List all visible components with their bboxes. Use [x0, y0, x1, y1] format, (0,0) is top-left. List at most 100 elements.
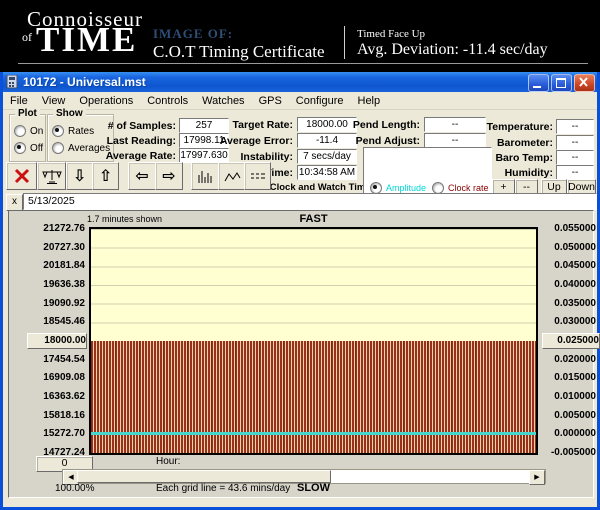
- left-axis-tick: 17454.54: [29, 353, 85, 366]
- date-clear-button[interactable]: x: [6, 194, 23, 211]
- maximize-button[interactable]: [551, 74, 572, 92]
- right-axis-tick: 0.030000: [542, 315, 596, 328]
- avg-deviation-label: Avg. Deviation: -11.4 sec/day: [357, 41, 548, 59]
- target-rate-axis-button[interactable]: 18000.00: [27, 333, 87, 349]
- left-axis-tick: 19090.92: [29, 297, 85, 310]
- scroll-up-button[interactable]: ⇧: [92, 162, 119, 190]
- current-time-value[interactable]: 10:34:58 AM: [297, 165, 357, 180]
- screenshot-root: Connoisseur of TIME IMAGE OF: C.O.T Timi…: [0, 0, 600, 510]
- menu-configure[interactable]: Configure: [289, 95, 351, 107]
- right-axis-tick: 0.040000: [542, 278, 596, 291]
- plot-on-label: On: [30, 126, 43, 137]
- left-axis-tick: 15272.70: [29, 427, 85, 440]
- chart-panel: 1.7 minutes shown FAST 21272.76 20727.30…: [8, 210, 594, 498]
- up-arrow-icon: ⇧: [99, 168, 112, 184]
- left-axis-tick: 16909.08: [29, 371, 85, 384]
- right-axis-tick: 0.045000: [542, 259, 596, 272]
- target-rate-label: Target Rate:: [215, 119, 293, 131]
- left-axis-tick: 16363.62: [29, 390, 85, 403]
- right-axis-tick: -0.005000: [542, 446, 596, 459]
- line-chart-icon: [223, 169, 241, 184]
- scroll-down-button[interactable]: ⇩: [66, 162, 93, 190]
- line-plot-button[interactable]: [218, 162, 245, 190]
- amplitude-line: [91, 432, 536, 435]
- left-axis-tick: 20181.84: [29, 259, 85, 272]
- left-axis-tick: 19636.38: [29, 278, 85, 291]
- slow-label: SLOW: [89, 482, 538, 494]
- dashed-plot-button[interactable]: [244, 162, 271, 190]
- radio-icon: [52, 125, 64, 137]
- left-axis-tick: 15818.16: [29, 409, 85, 422]
- menu-gps[interactable]: GPS: [252, 95, 289, 107]
- right-axis-tick: 0.050000: [542, 241, 596, 254]
- signal-panel: Amplitude Clock rate: [363, 147, 492, 199]
- minimize-button[interactable]: [528, 74, 549, 92]
- banner-divider: [344, 26, 345, 59]
- menu-bar: File View Operations Controls Watches GP…: [3, 92, 597, 110]
- barometer-label: Barometer:: [481, 137, 553, 149]
- plot-off-radio[interactable]: Off: [14, 142, 43, 154]
- right-axis-tick: 0.010000: [542, 390, 596, 403]
- red-x-icon: [13, 168, 31, 184]
- balance-scale-icon: [42, 168, 62, 185]
- dashed-lines-icon: [249, 169, 267, 184]
- title-bar[interactable]: 10172 - Universal.mst: [3, 72, 597, 92]
- barometer-value[interactable]: --: [556, 135, 594, 150]
- last-reading-label: Last Reading:: [98, 135, 176, 147]
- scroll-right-button[interactable]: ⇨: [155, 162, 183, 190]
- baro-temp-label: Baro Temp:: [481, 152, 553, 164]
- date-input[interactable]: 5/13/2025: [23, 193, 597, 210]
- right-axis-tick: 0.005000: [542, 409, 596, 422]
- average-error-label: Average Error:: [215, 135, 293, 147]
- plot-on-radio[interactable]: On: [14, 125, 43, 137]
- timed-face-up-label: Timed Face Up: [357, 28, 425, 40]
- right-axis-tick: 0.000000: [542, 427, 596, 440]
- balance-scale-button[interactable]: [37, 162, 66, 190]
- plot-off-label: Off: [30, 143, 43, 154]
- app-icon: [6, 75, 19, 89]
- right-axis-tick: 0.035000: [542, 297, 596, 310]
- close-button[interactable]: [574, 74, 595, 92]
- logo-time: TIME: [36, 20, 137, 60]
- pend-adjust-value[interactable]: --: [424, 133, 486, 148]
- menu-help[interactable]: Help: [351, 95, 388, 107]
- show-rates-label: Rates: [68, 126, 94, 137]
- left-axis-tick: 20727.30: [29, 241, 85, 254]
- average-rate-label: Average Rate:: [98, 150, 176, 162]
- radio-icon: [14, 142, 26, 154]
- bar-plot-button[interactable]: [191, 162, 219, 190]
- show-rates-radio[interactable]: Rates: [52, 125, 94, 137]
- radio-icon: [14, 125, 26, 137]
- window-title: 10172 - Universal.mst: [23, 75, 146, 89]
- humidity-value[interactable]: --: [556, 165, 594, 180]
- menu-controls[interactable]: Controls: [140, 95, 195, 107]
- amplitude-axis-button[interactable]: 0.025000: [542, 333, 600, 349]
- instability-value[interactable]: 7 secs/day: [297, 149, 357, 164]
- menu-file[interactable]: File: [3, 95, 35, 107]
- scroll-left-button[interactable]: ⇦: [128, 162, 156, 190]
- rate-tick-band: [91, 341, 536, 453]
- amplitude-label: Amplitude: [386, 183, 426, 193]
- delete-button[interactable]: [6, 162, 37, 190]
- pend-adjust-label: Pend Adjust:: [343, 135, 420, 147]
- temperature-value[interactable]: --: [556, 119, 594, 134]
- menu-operations[interactable]: Operations: [72, 95, 140, 107]
- clock-rate-label: Clock rate: [448, 183, 489, 193]
- temperature-label: Temperature:: [481, 121, 553, 133]
- rate-plot-area[interactable]: [89, 227, 538, 455]
- fast-label: FAST: [89, 213, 538, 225]
- image-of-label: IMAGE OF:: [153, 26, 233, 42]
- certificate-banner: Connoisseur of TIME IMAGE OF: C.O.T Timi…: [0, 0, 600, 72]
- plot-groupbox: Plot On Off: [9, 114, 46, 162]
- baro-temp-value[interactable]: --: [556, 150, 594, 165]
- show-group-label: Show: [53, 108, 86, 119]
- menu-view[interactable]: View: [35, 95, 73, 107]
- pend-length-label: Pend Length:: [343, 119, 420, 131]
- pend-length-value[interactable]: --: [424, 117, 486, 132]
- menu-watches[interactable]: Watches: [195, 95, 251, 107]
- bar-chart-icon: [196, 169, 214, 184]
- plot-group-label: Plot: [15, 108, 40, 119]
- right-axis-tick: 0.020000: [542, 353, 596, 366]
- left-axis-tick: 21272.76: [29, 222, 85, 235]
- down-arrow-icon: ⇩: [73, 168, 86, 184]
